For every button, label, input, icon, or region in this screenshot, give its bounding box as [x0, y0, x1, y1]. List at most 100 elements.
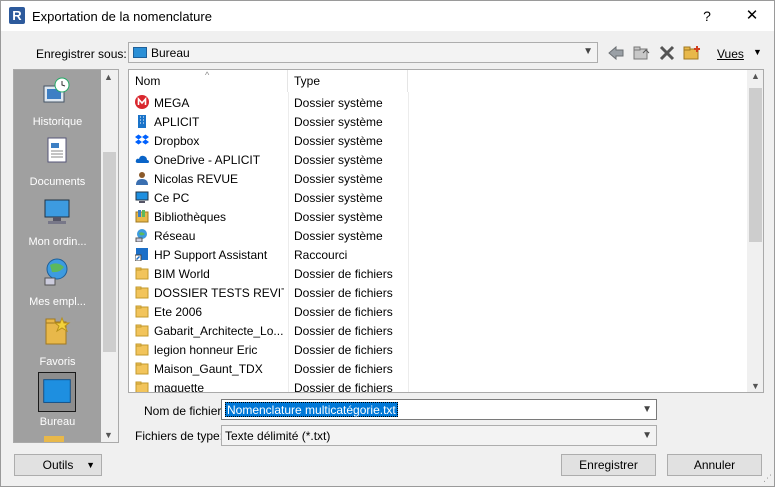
- item-type: Dossier de fichiers: [294, 362, 393, 376]
- save-in-label: Enregistrer sous:: [36, 47, 127, 61]
- place-network[interactable]: Mes empl...: [14, 256, 101, 312]
- item-type: Raccourci: [294, 248, 348, 262]
- column-header-type[interactable]: Type: [288, 70, 408, 92]
- place-history[interactable]: Historique: [14, 76, 101, 132]
- places-list: Historique Documents Mon ordin... Mes em…: [14, 70, 101, 442]
- folder-icon: [135, 304, 149, 318]
- title-bar: R Exportation de la nomenclature ? ✕: [1, 1, 774, 31]
- place-label: Historique: [32, 116, 83, 128]
- close-button[interactable]: ✕: [730, 1, 774, 31]
- history-icon: [43, 77, 70, 103]
- column-type-label: Type: [294, 74, 321, 88]
- scroll-down-icon[interactable]: ▼: [751, 381, 760, 391]
- place-computer[interactable]: Mon ordin...: [14, 196, 101, 252]
- place-label: Mon ordin...: [28, 236, 87, 248]
- tools-button[interactable]: Outils ▼: [14, 454, 102, 476]
- delete-button[interactable]: [657, 44, 677, 62]
- item-type: Dossier système: [294, 115, 383, 129]
- scroll-thumb[interactable]: [749, 88, 762, 242]
- item-type: Dossier système: [294, 153, 383, 167]
- location-dropdown[interactable]: Bureau ▼: [128, 42, 598, 63]
- sort-asc-icon: ^: [205, 70, 210, 80]
- folder-icon: [135, 323, 149, 337]
- places-bar: Historique Documents Mon ordin... Mes em…: [13, 69, 119, 443]
- list-item[interactable]: Ete 2006 Dossier de fichiers: [129, 302, 747, 321]
- libraries-icon: [135, 209, 149, 223]
- chevron-down-icon[interactable]: ▼: [642, 404, 652, 415]
- item-name: DOSSIER TESTS REVIT: [154, 286, 284, 300]
- file-name-label: Nom de fichier:: [144, 404, 225, 418]
- list-item[interactable]: Ce PC Dossier système: [129, 188, 747, 207]
- file-name-value[interactable]: Nomenclature multicatégorie.txt: [225, 402, 398, 417]
- list-item[interactable]: BIM World Dossier de fichiers: [129, 264, 747, 283]
- place-favorites[interactable]: Favoris: [14, 316, 101, 372]
- file-rows: MEGA Dossier système APLICIT Dossier systèm…: [129, 93, 747, 393]
- scroll-up-icon[interactable]: ▲: [104, 72, 113, 82]
- revit-app-icon: R: [9, 7, 25, 24]
- item-type: Dossier de fichiers: [294, 305, 393, 319]
- list-item[interactable]: Bibliothèques Dossier système: [129, 207, 747, 226]
- item-type: Dossier de fichiers: [294, 381, 393, 393]
- shortcut-icon: [134, 247, 149, 262]
- item-name: Maison_Gaunt_TDX: [154, 362, 263, 376]
- file-type-dropdown[interactable]: Texte délimité (*.txt) ▼: [221, 425, 657, 446]
- file-type-label: Fichiers de type:: [135, 429, 224, 443]
- list-item[interactable]: APLICIT Dossier système: [129, 112, 747, 131]
- scroll-down-icon[interactable]: ▼: [104, 430, 113, 440]
- item-name: OneDrive - APLICIT: [154, 153, 261, 167]
- file-list-scrollbar[interactable]: ▲ ▼: [747, 70, 763, 392]
- list-item[interactable]: OneDrive - APLICIT Dossier système: [129, 150, 747, 169]
- views-menu[interactable]: Vues: [717, 47, 744, 61]
- item-name: APLICIT: [154, 115, 200, 129]
- resize-grip-icon[interactable]: ⋰: [763, 473, 772, 484]
- help-button[interactable]: ?: [685, 1, 729, 31]
- list-item[interactable]: Réseau Dossier système: [129, 226, 747, 245]
- export-dialog: R Exportation de la nomenclature ? ✕ Enr…: [0, 0, 775, 487]
- chevron-down-icon: ▼: [753, 47, 762, 57]
- places-scrollbar[interactable]: ▲ ▼: [101, 70, 118, 442]
- back-button[interactable]: [606, 44, 626, 62]
- place-desktop[interactable]: Bureau: [14, 372, 101, 432]
- item-type: Dossier système: [294, 134, 383, 148]
- chevron-down-icon: ▼: [86, 460, 95, 470]
- list-item[interactable]: maquette Dossier de fichiers: [129, 378, 747, 393]
- list-item[interactable]: Nicolas REVUE Dossier système: [129, 169, 747, 188]
- place-documents[interactable]: Documents: [14, 136, 101, 192]
- new-folder-icon: [683, 46, 700, 60]
- item-type: Dossier de fichiers: [294, 267, 393, 281]
- list-item[interactable]: MEGA Dossier système: [129, 93, 747, 112]
- file-name-input[interactable]: Nomenclature multicatégorie.txt ▼: [221, 399, 657, 420]
- location-value: Bureau: [151, 46, 190, 60]
- list-item[interactable]: Maison_Gaunt_TDX Dossier de fichiers: [129, 359, 747, 378]
- delete-x-icon: [659, 45, 675, 61]
- computer-icon: [44, 199, 70, 224]
- scroll-up-icon[interactable]: ▲: [751, 71, 760, 81]
- list-item[interactable]: DOSSIER TESTS REVIT Dossier de fichiers: [129, 283, 747, 302]
- list-item[interactable]: Gabarit_Architecte_Lo... Dossier de fichi…: [129, 321, 747, 340]
- up-folder-button[interactable]: [631, 44, 651, 62]
- folder-icon: [135, 380, 149, 392]
- desktop-icon: [38, 372, 76, 412]
- list-item[interactable]: Dropbox Dossier système: [129, 131, 747, 150]
- column-name-label: Nom: [135, 74, 161, 88]
- item-name: MEGA: [154, 96, 190, 110]
- user-icon: [135, 171, 149, 185]
- item-name: Bibliothèques: [154, 210, 227, 224]
- item-name: maquette: [154, 381, 205, 393]
- list-item[interactable]: HP Support Assistant Raccourci: [129, 245, 747, 264]
- item-type: Dossier système: [294, 191, 383, 205]
- column-header-name[interactable]: Nom ^: [129, 70, 288, 92]
- scroll-thumb[interactable]: [103, 152, 116, 352]
- place-label: Documents: [29, 176, 86, 188]
- desktop-folder-icon: [133, 47, 147, 58]
- new-folder-button[interactable]: [682, 44, 702, 62]
- save-button[interactable]: Enregistrer: [561, 454, 656, 476]
- item-name: HP Support Assistant: [154, 248, 268, 262]
- chevron-down-icon: ▼: [642, 430, 652, 441]
- list-item[interactable]: legion honneur Eric Dossier de fichiers: [129, 340, 747, 359]
- dialog-title: Exportation de la nomenclature: [32, 9, 212, 24]
- cancel-button[interactable]: Annuler: [667, 454, 762, 476]
- folder-icon: [135, 361, 149, 375]
- item-name: legion honneur Eric: [154, 343, 258, 357]
- item-type: Dossier de fichiers: [294, 343, 393, 357]
